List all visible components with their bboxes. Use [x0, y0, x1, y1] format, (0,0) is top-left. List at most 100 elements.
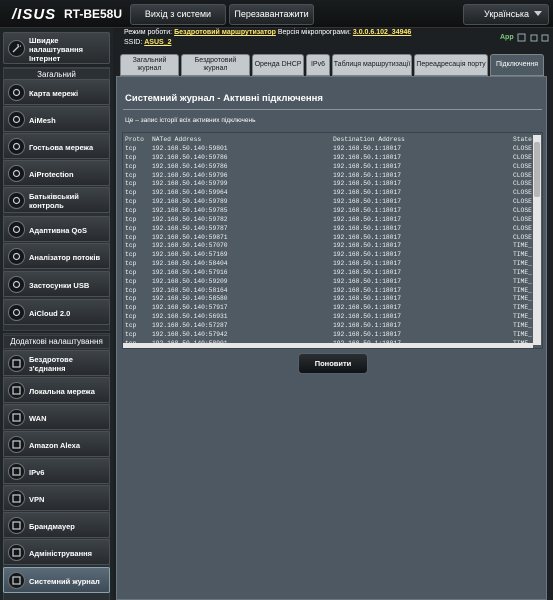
sidebar-item-label: Карта мережі: [29, 88, 79, 98]
cell-proto: tcp: [125, 251, 137, 259]
sidebar-item-vpn[interactable]: VPN: [3, 485, 110, 511]
sidebar-item-usb-apps[interactable]: Застосунки USB: [3, 271, 110, 297]
cell-nat: 192.168.50.140:58580: [152, 295, 228, 303]
sidebar-item-traffic-analyzer[interactable]: Аналізатор потоків: [3, 243, 110, 269]
sidebar-item-aimesh[interactable]: AiMesh: [3, 106, 110, 132]
log-scrollbar-thumb[interactable]: [534, 142, 540, 197]
firmware-link[interactable]: 3.0.0.6.102_34946: [353, 29, 411, 36]
cell-dst: 192.168.50.1:18017: [333, 198, 402, 206]
language-select[interactable]: Українська: [463, 4, 549, 25]
reboot-button[interactable]: Перезавантажити: [229, 4, 314, 25]
cell-proto: tcp: [125, 198, 137, 206]
cell-state: TIME_: [513, 313, 532, 321]
cell-dst: 192.168.50.1:18017: [333, 313, 402, 321]
sidebar-item-aicloud[interactable]: AiCloud 2.0: [3, 299, 110, 325]
status-icons: [517, 33, 549, 42]
cell-proto: tcp: [125, 180, 137, 188]
cell-nat: 192.168.50.140:58404: [152, 260, 228, 268]
cell-proto: tcp: [125, 242, 137, 250]
asus-logo: /ISUS: [12, 6, 57, 23]
administration-icon: [8, 544, 25, 561]
sidebar-item-label: Аналізатор потоків: [29, 252, 101, 262]
cell-state: CLOSE: [513, 224, 532, 232]
lan-icon: [8, 382, 25, 399]
header-state: State: [513, 136, 532, 143]
tab-2[interactable]: Оренда DHCP: [252, 54, 304, 76]
cell-nat: 192.168.50.140:57287: [152, 322, 228, 329]
mode-link[interactable]: Бездротовий маршрутизатор: [174, 29, 276, 36]
sidebar-item-lan[interactable]: Локальна мережа: [3, 377, 110, 403]
cell-proto: tcp: [125, 206, 137, 214]
ssid-link[interactable]: ASUS_2: [144, 39, 171, 46]
cell-nat: 192.168.50.140:59786: [152, 162, 228, 170]
vpn-icon: [8, 490, 25, 507]
cell-nat: 192.168.50.140:57070: [152, 242, 228, 250]
sidebar-item-ipv6[interactable]: IPv6: [3, 458, 110, 484]
sidebar-item-label: Адаптивна QoS: [29, 225, 87, 235]
sidebar-item-guest-network[interactable]: Гостьова мережа: [3, 133, 110, 159]
sidebar-item-aiprotection[interactable]: AiProtection: [3, 160, 110, 186]
cell-nat: 192.168.50.140:57942: [152, 330, 228, 338]
sidebar-item-label: Системний журнал: [29, 576, 100, 586]
tab-6[interactable]: Підключення: [490, 54, 544, 76]
tab-1[interactable]: Бездротовий журнал: [181, 54, 250, 76]
sidebar-item-label: Гостьова мережа: [29, 142, 94, 152]
cell-state: TIME_: [513, 277, 532, 285]
cell-dst: 192.168.50.1:18017: [333, 206, 402, 214]
page-title: Системний журнал - Активні підключення: [125, 93, 323, 104]
connections-log[interactable]: Proto NATed Address Destination Address …: [122, 132, 543, 349]
cell-dst: 192.168.50.1:18017: [333, 277, 402, 285]
ipv6-icon: [8, 463, 25, 480]
cell-nat: 192.168.50.140:59801: [152, 145, 228, 152]
tab-4[interactable]: Таблиця маршрутизації: [332, 54, 412, 76]
guest-network-icon: [8, 138, 25, 155]
aimesh-icon: [8, 111, 25, 128]
network-status-icon[interactable]: [541, 34, 549, 42]
tab-5[interactable]: Переадресація порту: [414, 54, 488, 76]
sidebar-item-wireless[interactable]: Бездротове з'єднання: [3, 350, 110, 376]
sidebar-item-parental-control[interactable]: Батьківський контроль: [3, 187, 110, 213]
advanced-header: Додаткові налаштування: [3, 335, 110, 349]
log-scrollbar[interactable]: [533, 135, 541, 345]
usb-status-icon[interactable]: [530, 34, 538, 42]
copy-icon[interactable]: [517, 33, 526, 42]
cell-nat: 192.168.50.140:59209: [152, 277, 228, 285]
cell-nat: 192.168.50.140:59786: [152, 153, 228, 161]
cell-proto: tcp: [125, 313, 137, 321]
network-map-icon: [8, 84, 25, 101]
sidebar-item-adaptive-qos[interactable]: Адаптивна QoS: [3, 216, 110, 242]
sidebar-item-wan[interactable]: WAN: [3, 404, 110, 430]
cell-dst: 192.168.50.1:18017: [333, 295, 402, 303]
cell-nat: 192.168.50.140:57169: [152, 251, 228, 259]
sidebar-item-label: Адміністрування: [29, 548, 93, 558]
title-divider: [123, 109, 542, 110]
sidebar-item-administration[interactable]: Адміністрування: [3, 539, 110, 565]
cell-state: CLOSE: [513, 189, 532, 197]
sidebar-item-label: VPN: [29, 494, 45, 504]
tab-3[interactable]: IPv6: [306, 54, 330, 76]
sidebar-item-label: WAN: [29, 413, 47, 423]
cell-dst: 192.168.50.1:18017: [333, 224, 402, 232]
cell-dst: 192.168.50.1:18017: [333, 260, 402, 268]
sidebar-item-system-log[interactable]: Системний журнал: [3, 567, 110, 593]
cell-nat: 192.168.50.140:59787: [152, 224, 228, 232]
cell-state: TIME_: [513, 330, 532, 338]
cell-dst: 192.168.50.1:18017: [333, 251, 402, 259]
app-link[interactable]: App: [500, 34, 514, 41]
cell-state: TIME_: [513, 304, 532, 312]
sidebar-item-label: AiProtection: [29, 169, 74, 179]
refresh-button[interactable]: Поновити: [298, 353, 368, 374]
sidebar-item-alexa[interactable]: Amazon Alexa: [3, 431, 110, 457]
page-description: Це – запис історії всіх активних підключ…: [125, 117, 256, 124]
sidebar-item-firewall[interactable]: Брандмауер: [3, 512, 110, 538]
sidebar-item-quick-setup[interactable]: Швидке налаштування Інтернет: [3, 32, 110, 64]
cell-proto: tcp: [125, 268, 137, 276]
aiprotection-icon: [8, 165, 25, 182]
tab-0[interactable]: Загальний журнал: [120, 54, 179, 76]
log-horizontal-scrollbar[interactable]: [123, 343, 533, 348]
sidebar-item-label: Бездротове з'єднання: [29, 355, 73, 373]
sidebar-item-label: Amazon Alexa: [29, 440, 80, 450]
sidebar-item-network-map[interactable]: Карта мережі: [3, 79, 110, 105]
logout-button[interactable]: Вихід з системи: [130, 4, 226, 25]
cell-state: CLOSE: [513, 215, 532, 223]
